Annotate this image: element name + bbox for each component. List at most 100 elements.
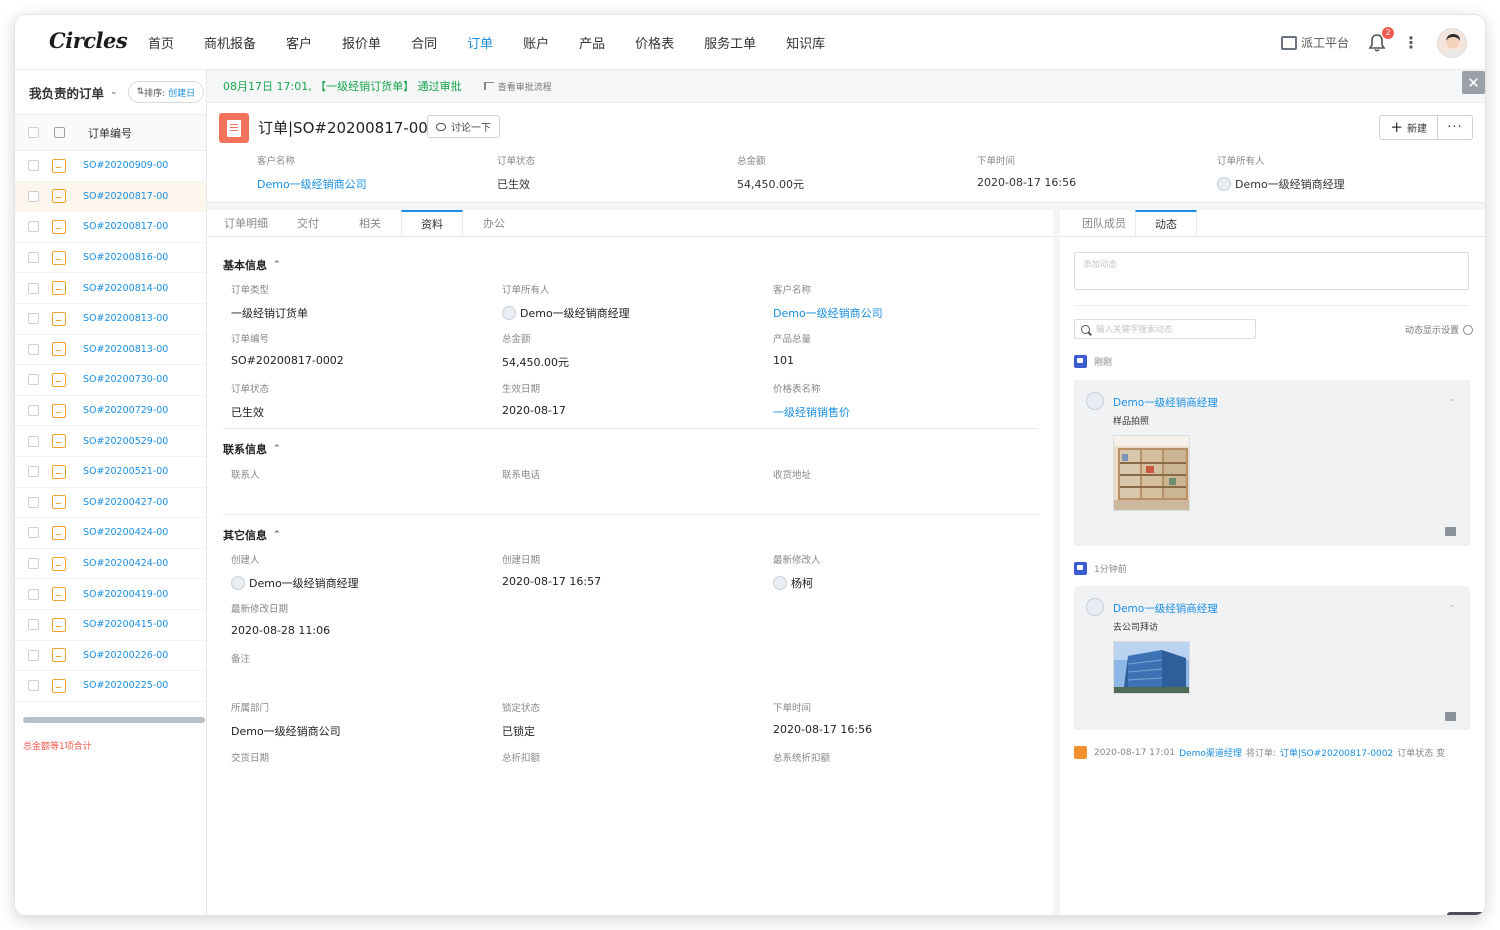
feed-photo-building[interactable] bbox=[1113, 641, 1190, 694]
horizontal-scrollbar[interactable] bbox=[23, 717, 205, 723]
table-row[interactable]: SO#20200529-000 bbox=[15, 426, 206, 457]
feed-author-link[interactable]: Demo一级经销商经理 bbox=[1113, 601, 1218, 616]
nav-item-order[interactable]: 订单 bbox=[463, 33, 497, 52]
chat-float-button[interactable] bbox=[1447, 912, 1485, 915]
row-checkbox[interactable] bbox=[28, 252, 39, 264]
tab-related[interactable]: 相关 bbox=[339, 210, 401, 236]
table-row[interactable]: SO#20200816-000 bbox=[15, 243, 206, 274]
nav-item-account[interactable]: 账户 bbox=[519, 33, 553, 52]
more-actions-button[interactable]: ··· bbox=[1438, 116, 1472, 139]
feed-display-settings[interactable]: 动态显示设置 bbox=[1405, 323, 1473, 336]
nav-item-contract[interactable]: 合同 bbox=[407, 33, 441, 52]
app-logo[interactable]: Circles bbox=[49, 28, 128, 53]
table-row[interactable]: SO#20200427-000 bbox=[15, 488, 206, 519]
comment-icon[interactable] bbox=[1445, 712, 1456, 721]
table-row[interactable]: SO#20200415-000 bbox=[15, 610, 206, 641]
row-checkbox[interactable] bbox=[28, 588, 39, 600]
nav-item-quote[interactable]: 报价单 bbox=[338, 33, 385, 52]
post-activity-input[interactable]: 添加动态 bbox=[1074, 252, 1469, 290]
tab-office[interactable]: 办公 bbox=[463, 210, 525, 236]
row-checkbox[interactable] bbox=[28, 435, 39, 447]
table-row[interactable]: SO#20200225-000 bbox=[15, 671, 206, 702]
feed-photo-shelf[interactable] bbox=[1113, 435, 1190, 511]
view-approval-flow-link[interactable]: 查看审批流程 bbox=[483, 80, 552, 93]
row-checkbox[interactable] bbox=[28, 221, 39, 233]
table-row[interactable]: SO#20200817-000 bbox=[15, 212, 206, 243]
chevron-down-icon[interactable]: ⌄ bbox=[1448, 394, 1456, 404]
nav-item-knowledge[interactable]: 知识库 bbox=[782, 33, 829, 52]
order-number-link[interactable]: SO#20200909-000 bbox=[83, 160, 169, 171]
tab-order-items[interactable]: 订单明细 bbox=[215, 210, 277, 236]
nav-item-product[interactable]: 产品 bbox=[575, 33, 609, 52]
row-checkbox[interactable] bbox=[28, 282, 39, 294]
table-row[interactable]: SO#20200424-000 bbox=[15, 518, 206, 549]
log-order-link[interactable]: 订单|SO#20200817-0002 bbox=[1280, 746, 1393, 759]
dispatch-platform-link[interactable]: 派工平台 bbox=[1280, 34, 1349, 51]
table-row[interactable]: SO#20200730-000 bbox=[15, 365, 206, 396]
sort-button[interactable]: ⇅ 排序: 创建日 bbox=[127, 81, 205, 103]
chevron-down-icon[interactable]: ⌄ bbox=[110, 87, 118, 97]
section-contact-info[interactable]: 联系信息 ⌃ bbox=[223, 441, 281, 457]
summary-customer-link[interactable]: Demo一级经销商公司 bbox=[257, 176, 497, 192]
order-number-link[interactable]: SO#20200415-000 bbox=[83, 619, 169, 630]
row-checkbox[interactable] bbox=[28, 496, 39, 508]
list-view-selector[interactable]: 我负责的订单 bbox=[29, 83, 104, 102]
tab-info[interactable]: 资料 bbox=[401, 210, 463, 236]
table-row[interactable]: SO#20200813-000 bbox=[15, 335, 206, 366]
table-row[interactable]: SO#20200817-000 bbox=[15, 181, 206, 213]
comment-icon[interactable] bbox=[1445, 527, 1456, 536]
close-icon[interactable]: ✕ bbox=[1462, 71, 1485, 94]
more-vertical-icon[interactable]: ⋮ bbox=[1403, 33, 1419, 52]
table-row[interactable]: SO#20200226-000 bbox=[15, 641, 206, 672]
order-number-link[interactable]: SO#20200729-000 bbox=[83, 405, 169, 416]
column-header-order-no[interactable]: 订单编号 bbox=[88, 125, 132, 141]
order-number-link[interactable]: SO#20200427-000 bbox=[83, 497, 169, 508]
section-other-info[interactable]: 其它信息 ⌃ bbox=[223, 527, 281, 543]
row-checkbox[interactable] bbox=[28, 649, 39, 661]
chevron-down-icon[interactable]: ⌄ bbox=[1448, 600, 1456, 610]
new-button[interactable]: + 新建 bbox=[1380, 116, 1438, 139]
customer-link[interactable]: Demo一级经销商公司 bbox=[773, 305, 1033, 321]
tab-activity[interactable]: 动态 bbox=[1135, 210, 1197, 236]
order-number-link[interactable]: SO#20200529-000 bbox=[83, 436, 169, 447]
pricelist-link[interactable]: 一级经销销售价 bbox=[773, 404, 1033, 420]
tab-delivery[interactable]: 交付 bbox=[277, 210, 339, 236]
order-number-link[interactable]: SO#20200424-000 bbox=[83, 527, 169, 538]
order-number-link[interactable]: SO#20200424-000 bbox=[83, 558, 169, 569]
notification-button[interactable]: 2 bbox=[1367, 26, 1394, 53]
row-checkbox[interactable] bbox=[28, 160, 39, 172]
table-row[interactable]: SO#20200813-000 bbox=[15, 304, 206, 335]
row-checkbox[interactable] bbox=[28, 343, 39, 355]
row-checkbox[interactable] bbox=[28, 527, 39, 539]
order-number-link[interactable]: SO#20200817-000 bbox=[83, 191, 169, 202]
order-number-link[interactable]: SO#20200814-000 bbox=[83, 283, 169, 294]
nav-item-pricelist[interactable]: 价格表 bbox=[631, 33, 678, 52]
order-number-link[interactable]: SO#20200730-000 bbox=[83, 374, 169, 385]
order-number-link[interactable]: SO#20200816-000 bbox=[83, 252, 169, 263]
row-checkbox[interactable] bbox=[28, 405, 39, 417]
log-actor-link[interactable]: Demo渠道经理 bbox=[1179, 746, 1242, 759]
row-checkbox[interactable] bbox=[28, 313, 39, 325]
nav-item-service-ticket[interactable]: 服务工单 bbox=[700, 33, 760, 52]
activity-search-input[interactable]: 输入关键字搜索动态 bbox=[1074, 319, 1256, 339]
order-number-link[interactable]: SO#20200226-000 bbox=[83, 650, 169, 661]
table-row[interactable]: SO#20200424-000 bbox=[15, 549, 206, 580]
order-number-link[interactable]: SO#20200817-000 bbox=[83, 221, 169, 232]
table-row[interactable]: SO#20200521-000 bbox=[15, 457, 206, 488]
nav-item-opportunity[interactable]: 商机报备 bbox=[200, 33, 260, 52]
nav-item-customer[interactable]: 客户 bbox=[282, 33, 316, 52]
user-avatar[interactable] bbox=[1437, 27, 1467, 58]
select-all-checkbox[interactable] bbox=[28, 127, 39, 138]
row-checkbox[interactable] bbox=[28, 190, 39, 202]
table-row[interactable]: SO#20200909-000 bbox=[15, 151, 206, 182]
row-checkbox[interactable] bbox=[28, 374, 39, 386]
order-number-link[interactable]: SO#20200419-000 bbox=[83, 589, 169, 600]
row-checkbox[interactable] bbox=[28, 680, 39, 692]
order-number-link[interactable]: SO#20200521-000 bbox=[83, 466, 169, 477]
row-checkbox[interactable] bbox=[28, 619, 39, 631]
row-checkbox[interactable] bbox=[28, 558, 39, 570]
order-number-link[interactable]: SO#20200813-000 bbox=[83, 313, 169, 324]
table-row[interactable]: SO#20200729-000 bbox=[15, 396, 206, 427]
row-checkbox[interactable] bbox=[28, 466, 39, 478]
nav-item-home[interactable]: 首页 bbox=[144, 33, 178, 52]
